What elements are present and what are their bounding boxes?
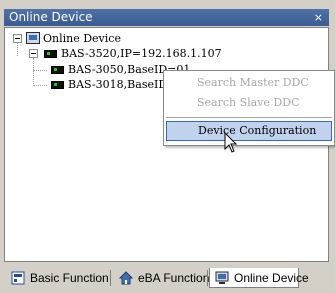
panel-titlebar[interactable]: Online Device ⨯ bbox=[4, 9, 329, 26]
computer-icon bbox=[26, 32, 40, 44]
module-icon bbox=[51, 81, 64, 89]
tab-label: Online Device bbox=[234, 271, 309, 285]
tab-label: eBA Function bbox=[138, 271, 210, 285]
menu-item-device-configuration[interactable]: Device Configuration bbox=[166, 121, 332, 141]
menu-item-search-slave-ddc[interactable]: Search Slave DDC bbox=[166, 93, 332, 113]
tab-label: Basic Function bbox=[30, 271, 109, 285]
tree-item-controller[interactable]: BAS-3520,IP=192.168.1.107 bbox=[61, 46, 222, 61]
computer-icon bbox=[215, 271, 229, 284]
house-icon bbox=[119, 271, 133, 285]
collapse-toggle[interactable] bbox=[13, 34, 22, 43]
tab-bar: Basic Function eBA Function Online Devic… bbox=[4, 266, 329, 289]
tab-basic-function[interactable]: Basic Function bbox=[6, 268, 109, 288]
mouse-cursor-icon bbox=[224, 132, 238, 153]
tab-eba-function[interactable]: eBA Function bbox=[114, 268, 209, 288]
tab-divider bbox=[110, 270, 111, 286]
menu-separator bbox=[166, 117, 332, 118]
tree-connector bbox=[33, 70, 47, 71]
tree-connector bbox=[33, 85, 47, 86]
basic-function-icon bbox=[11, 271, 25, 285]
menu-item-search-master-ddc[interactable]: Search Master DDC bbox=[166, 73, 332, 93]
tree-item-module[interactable]: BAS-3018,BaseID bbox=[68, 77, 167, 92]
module-icon bbox=[51, 66, 64, 74]
panel-title: Online Device bbox=[9, 10, 93, 24]
tree-connector bbox=[33, 58, 34, 86]
tree-item-online-device[interactable]: Online Device bbox=[43, 31, 121, 46]
tab-online-device[interactable]: Online Device bbox=[209, 268, 309, 288]
pin-icon[interactable]: ⨯ bbox=[314, 9, 323, 26]
tree-connector bbox=[17, 42, 18, 56]
collapse-toggle[interactable] bbox=[29, 49, 38, 58]
tab-divider bbox=[207, 270, 208, 286]
controller-icon bbox=[44, 50, 57, 58]
online-device-panel: Online Device ⨯ Online Device BAS-3520,I… bbox=[0, 0, 335, 293]
context-menu: Search Master DDC Search Slave DDC Devic… bbox=[163, 70, 335, 146]
